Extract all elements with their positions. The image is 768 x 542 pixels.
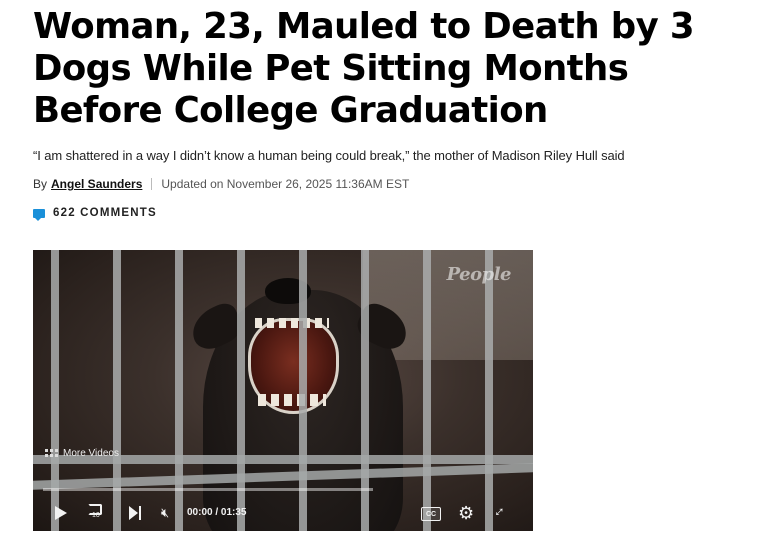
- skip-next-triangle: [129, 506, 138, 520]
- mute-icon[interactable]: 🔇︎: [161, 505, 169, 521]
- updated-date: Updated on November 26, 2025 11:36AM EST: [161, 177, 410, 191]
- video-progress-bar[interactable]: [43, 488, 373, 491]
- article-headline: Woman, 23, Mauled to Death by 3 Dogs Whi…: [33, 6, 695, 131]
- gear-icon[interactable]: ⚙: [458, 503, 474, 524]
- video-player[interactable]: People More Videos 10 🔇︎ 00:00 / 01:35 C…: [33, 250, 533, 531]
- grid-icon: [45, 449, 58, 458]
- comments-link[interactable]: 622 COMMENTS: [33, 207, 157, 221]
- byline-divider: [151, 178, 153, 190]
- closed-captions-button[interactable]: CC: [421, 507, 441, 521]
- byline: By Angel Saunders Updated on November 26…: [33, 177, 409, 191]
- article-subhead: “I am shattered in a way I didn’t know a…: [33, 148, 625, 163]
- people-watermark-logo: People: [446, 264, 512, 285]
- more-videos-button[interactable]: More Videos: [45, 448, 119, 459]
- play-icon[interactable]: [55, 506, 67, 520]
- author-link[interactable]: Angel Saunders: [51, 177, 142, 191]
- more-videos-label: More Videos: [63, 448, 119, 459]
- comments-count: 622 COMMENTS: [53, 207, 157, 219]
- comment-bubble-icon: [33, 208, 45, 221]
- rewind-seconds: 10: [92, 512, 100, 519]
- rewind-10-icon[interactable]: 10: [88, 504, 106, 520]
- duration: 01:35: [220, 507, 247, 518]
- video-time: 00:00 / 01:35: [187, 507, 247, 518]
- current-time: 00:00: [187, 507, 213, 518]
- time-separator: /: [215, 507, 219, 518]
- skip-next-bar: [139, 506, 141, 520]
- skip-next-icon[interactable]: [128, 506, 142, 520]
- byline-prefix: By: [33, 177, 48, 191]
